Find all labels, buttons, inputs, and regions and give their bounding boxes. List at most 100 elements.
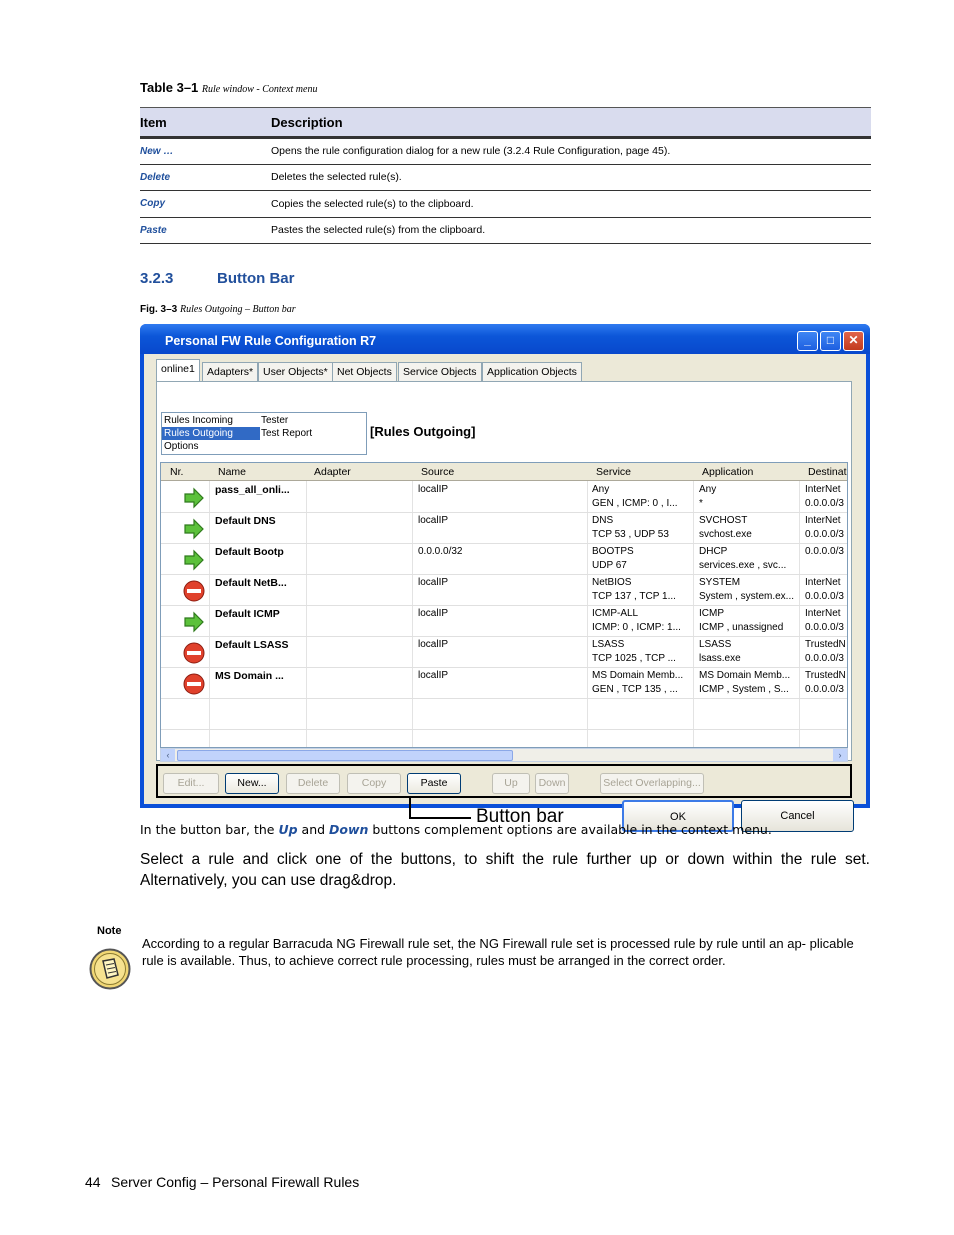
figure-label: Fig. 3–3 — [140, 304, 178, 315]
column-header-application[interactable]: Application — [702, 466, 753, 478]
rule-source: localIP — [418, 515, 449, 526]
close-icon[interactable]: ✕ — [843, 331, 864, 351]
down-keyword: Down — [329, 822, 369, 837]
table-cell-description: Copies the selected rule(s) to the clipb… — [271, 190, 871, 218]
rule-service-detail: TCP 53 , UDP 53 — [592, 529, 669, 540]
scroll-left-icon[interactable]: ‹ — [161, 749, 175, 761]
list-item-tester[interactable]: Tester — [259, 414, 288, 427]
rule-application-detail: * — [699, 498, 703, 509]
table-cell-description: Pastes the selected rule(s) from the cli… — [271, 217, 871, 244]
rule-name: Default DNS — [215, 515, 276, 527]
delete-button[interactable]: Delete — [286, 773, 340, 794]
new-button[interactable]: New... — [225, 773, 279, 794]
button-bar: Edit... New... Delete Copy Paste Up Down… — [156, 764, 852, 798]
select-overlapping-button[interactable]: Select Overlapping... — [600, 773, 704, 794]
table-row[interactable]: Default ICMP localIP ICMP-ALL ICMP: 0 , ICM… — [161, 606, 847, 637]
table-cell-item: Copy — [140, 190, 271, 218]
allow-arrow-icon — [183, 549, 205, 571]
rule-application-detail: ICMP , unassigned — [699, 622, 784, 633]
section-title: Button Bar — [217, 270, 295, 287]
table-row[interactable]: MS Domain ... localIP MS Domain Memb... GEN… — [161, 668, 847, 699]
table-row[interactable]: Default DNS localIP DNS TCP 53 , UDP 53 SVCH… — [161, 513, 847, 544]
down-button[interactable]: Down — [535, 773, 569, 794]
rule-service: Any — [592, 484, 610, 495]
rule-source: localIP — [418, 608, 449, 619]
allow-arrow-icon — [183, 487, 205, 509]
rule-service-detail: TCP 137 , TCP 1... — [592, 591, 676, 602]
minimize-icon[interactable]: _ — [797, 331, 818, 351]
list-item-rules-outgoing[interactable]: Rules Outgoing — [162, 427, 260, 440]
rule-service-detail: GEN , ICMP: 0 , I... — [592, 498, 678, 509]
paragraph-text: and — [297, 822, 330, 837]
rule-source: localIP — [418, 670, 449, 681]
rule-name: pass_all_onli... — [215, 484, 290, 496]
section-heading: 3.2.3 Button Bar — [140, 270, 295, 287]
rules-grid: Nr. Name Adapter Source Service Applicat… — [160, 462, 848, 748]
column-header-source[interactable]: Source — [421, 466, 454, 478]
page-number: 44 — [85, 1174, 101, 1190]
copy-button[interactable]: Copy — [347, 773, 401, 794]
column-header-nr[interactable]: Nr. — [170, 466, 183, 478]
figure-caption-text: Rules Outgoing – Button bar — [180, 304, 296, 315]
up-keyword: Up — [278, 822, 298, 837]
tab-service-objects[interactable]: Service Objects — [398, 362, 482, 382]
column-header-adapter[interactable]: Adapter — [314, 466, 351, 478]
rule-service: LSASS — [592, 639, 625, 650]
list-item-test-report[interactable]: Test Report — [259, 427, 312, 440]
empty-row — [161, 699, 847, 730]
rule-destination: TrustedN — [805, 639, 846, 650]
column-header-name[interactable]: Name — [218, 466, 246, 478]
column-header-destination[interactable]: Destinat — [808, 466, 847, 478]
tab-online1[interactable]: online1 — [156, 359, 200, 383]
scroll-right-icon[interactable]: › — [833, 749, 847, 761]
column-header-service[interactable]: Service — [596, 466, 631, 478]
scrollbar-thumb[interactable] — [177, 750, 513, 761]
callout-line — [409, 798, 411, 819]
rule-application: DHCP — [699, 546, 728, 557]
table-header-description: Description — [271, 107, 871, 139]
tab-user-objects[interactable]: User Objects* — [258, 362, 333, 382]
rule-application: ICMP — [699, 608, 724, 619]
rule-destination-detail: 0.0.0.0/3 — [805, 622, 844, 633]
edit-button[interactable]: Edit... — [163, 773, 219, 794]
rule-destination: InterNet — [805, 577, 841, 588]
rule-source: localIP — [418, 484, 449, 495]
rule-application-detail: lsass.exe — [699, 653, 741, 664]
table-row[interactable]: Default Bootp 0.0.0.0/32 BOOTPS UDP 67 DHCP s… — [161, 544, 847, 575]
rule-destination: InterNet — [805, 515, 841, 526]
callout-line — [409, 817, 471, 819]
tab-net-objects[interactable]: Net Objects — [332, 362, 397, 382]
allow-arrow-icon — [183, 611, 205, 633]
paste-button[interactable]: Paste — [407, 773, 461, 794]
rule-configuration-window: Personal FW Rule Configuration R7 _ □ ✕ … — [140, 324, 870, 832]
horizontal-scrollbar[interactable]: ‹ › — [160, 748, 848, 762]
table-cell-description: Deletes the selected rule(s). — [271, 164, 871, 191]
list-item-rules-incoming[interactable]: Rules Incoming — [162, 414, 233, 427]
window-titlebar[interactable]: Personal FW Rule Configuration R7 _ □ ✕ — [140, 324, 870, 354]
block-icon — [183, 642, 205, 664]
rule-application: Any — [699, 484, 717, 495]
maximize-icon[interactable]: □ — [820, 331, 841, 351]
rule-name: MS Domain ... — [215, 670, 284, 682]
rule-application-detail: svchost.exe — [699, 529, 752, 540]
table-row[interactable]: Default NetB... localIP NetBIOS TCP 137 , T… — [161, 575, 847, 606]
block-icon — [183, 580, 205, 602]
rule-service-detail: ICMP: 0 , ICMP: 1... — [592, 622, 681, 633]
table-caption: Table 3–1 Rule window - Context menu — [140, 80, 317, 95]
section-number: 3.2.3 — [140, 270, 174, 287]
up-button[interactable]: Up — [492, 773, 530, 794]
rule-destination: InterNet — [805, 484, 841, 495]
rule-service-detail: GEN , TCP 135 , ... — [592, 684, 678, 695]
table-row[interactable]: Default LSASS localIP LSASS TCP 1025 , TCP … — [161, 637, 847, 668]
note-icon — [89, 948, 131, 990]
table-row[interactable]: pass_all_onli... localIP Any GEN , ICMP: 0 … — [161, 482, 847, 513]
rule-view-list: Rules Incoming Rules Outgoing Options Te… — [161, 412, 367, 455]
tab-application-objects[interactable]: Application Objects — [482, 362, 582, 382]
note-text: According to a regular Barracuda NG Fire… — [142, 936, 854, 968]
tab-adapters[interactable]: Adapters* — [202, 362, 259, 382]
rule-application: MS Domain Memb... — [699, 670, 791, 681]
footer-title: Server Config – Personal Firewall Rules — [111, 1174, 360, 1190]
rule-source: 0.0.0.0/32 — [418, 546, 463, 557]
paragraph-text: buttons complement options are available… — [368, 822, 772, 837]
list-item-options[interactable]: Options — [162, 440, 198, 453]
